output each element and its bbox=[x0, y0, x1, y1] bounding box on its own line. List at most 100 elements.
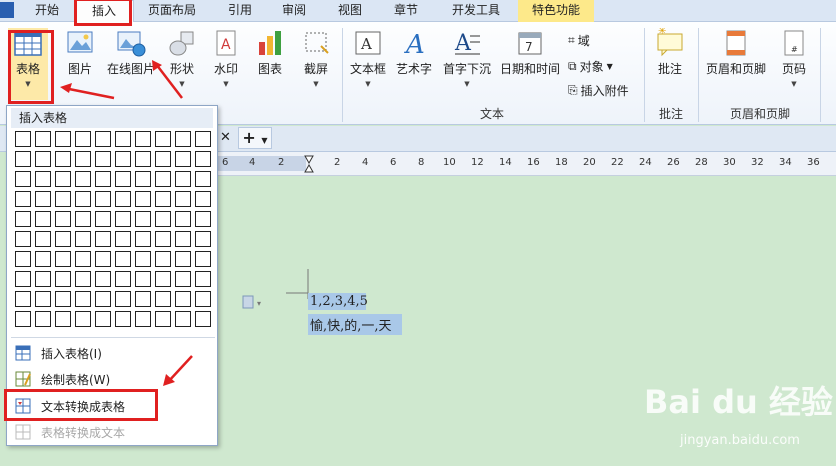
table-grid-cell[interactable] bbox=[35, 131, 51, 147]
document-canvas[interactable]: ▾ 1,2,3,4,5 愉,快,的,一,天 Bai du 经验 jingyan.… bbox=[190, 177, 836, 466]
table-grid-cell[interactable] bbox=[75, 251, 91, 267]
table-grid-cell[interactable] bbox=[175, 171, 191, 187]
tab-references[interactable]: 引用 bbox=[218, 0, 262, 22]
comment-button[interactable]: ✳ 批注 bbox=[652, 28, 688, 77]
new-tab-button[interactable]: + ▼ bbox=[238, 127, 272, 149]
table-grid-cell[interactable] bbox=[55, 291, 71, 307]
table-grid-cell[interactable] bbox=[75, 151, 91, 167]
table-grid-cell[interactable] bbox=[155, 251, 171, 267]
table-grid-cell[interactable] bbox=[55, 191, 71, 207]
table-grid-cell[interactable] bbox=[35, 291, 51, 307]
table-grid-cell[interactable] bbox=[15, 311, 31, 327]
field-button[interactable]: ⌗ 域 bbox=[568, 32, 590, 49]
table-grid-cell[interactable] bbox=[95, 291, 111, 307]
table-grid-cell[interactable] bbox=[115, 211, 131, 227]
table-grid-cell[interactable] bbox=[15, 291, 31, 307]
table-grid-cell[interactable] bbox=[75, 231, 91, 247]
table-grid-cell[interactable] bbox=[95, 251, 111, 267]
table-grid-cell[interactable] bbox=[155, 271, 171, 287]
table-grid-cell[interactable] bbox=[55, 131, 71, 147]
table-grid-cell[interactable] bbox=[175, 271, 191, 287]
tab-chapter[interactable]: 章节 bbox=[384, 0, 428, 22]
table-grid-cell[interactable] bbox=[115, 131, 131, 147]
table-grid-cell[interactable] bbox=[35, 191, 51, 207]
table-grid-cell[interactable] bbox=[135, 291, 151, 307]
table-grid-cell[interactable] bbox=[75, 191, 91, 207]
paste-options-icon[interactable]: ▾ bbox=[242, 295, 268, 309]
insert-attachment-button[interactable]: ⎘ 插入附件 bbox=[568, 82, 629, 99]
datetime-button[interactable]: 7 日期和时间 bbox=[498, 28, 562, 77]
table-grid-cell[interactable] bbox=[15, 251, 31, 267]
picture-button[interactable]: 图片 bbox=[62, 28, 98, 77]
table-grid-cell[interactable] bbox=[55, 151, 71, 167]
tab-developer[interactable]: 开发工具 bbox=[440, 0, 512, 22]
table-grid-cell[interactable] bbox=[195, 151, 211, 167]
table-grid-cell[interactable] bbox=[15, 231, 31, 247]
table-grid-cell[interactable] bbox=[195, 171, 211, 187]
table-grid-cell[interactable] bbox=[195, 191, 211, 207]
header-footer-button[interactable]: 页眉和页脚 bbox=[704, 28, 768, 77]
table-grid-cell[interactable] bbox=[15, 151, 31, 167]
table-grid-cell[interactable] bbox=[135, 251, 151, 267]
table-grid-cell[interactable] bbox=[55, 271, 71, 287]
table-grid-cell[interactable] bbox=[15, 131, 31, 147]
table-grid-cell[interactable] bbox=[155, 231, 171, 247]
tab-review[interactable]: 审阅 bbox=[272, 0, 316, 22]
table-grid-cell[interactable] bbox=[195, 311, 211, 327]
table-grid-cell[interactable] bbox=[155, 131, 171, 147]
app-menu-button[interactable] bbox=[0, 2, 14, 18]
table-grid-cell[interactable] bbox=[195, 131, 211, 147]
indent-marker-icon[interactable] bbox=[304, 155, 314, 173]
tab-home[interactable]: 开始 bbox=[24, 0, 70, 22]
screenshot-button[interactable]: 截屏 ▼ bbox=[298, 28, 334, 88]
table-grid-cell[interactable] bbox=[95, 311, 111, 327]
table-grid-cell[interactable] bbox=[175, 251, 191, 267]
table-grid-cell[interactable] bbox=[175, 151, 191, 167]
table-grid-cell[interactable] bbox=[15, 211, 31, 227]
table-grid-cell[interactable] bbox=[55, 251, 71, 267]
table-grid-cell[interactable] bbox=[95, 151, 111, 167]
table-grid-cell[interactable] bbox=[135, 131, 151, 147]
wordart-button[interactable]: A 艺术字 bbox=[394, 28, 434, 77]
table-grid-cell[interactable] bbox=[155, 171, 171, 187]
table-grid-cell[interactable] bbox=[115, 231, 131, 247]
table-grid-cell[interactable] bbox=[115, 191, 131, 207]
table-grid-cell[interactable] bbox=[175, 311, 191, 327]
table-grid-cell[interactable] bbox=[155, 151, 171, 167]
table-grid-cell[interactable] bbox=[55, 311, 71, 327]
table-grid-cell[interactable] bbox=[35, 271, 51, 287]
page-number-button[interactable]: # 页码 ▼ bbox=[776, 28, 812, 88]
tab-special-features[interactable]: 特色功能 bbox=[518, 0, 594, 22]
textbox-button[interactable]: A 文本框 ▼ bbox=[348, 28, 388, 88]
dropcap-button[interactable]: A 首字下沉 ▼ bbox=[440, 28, 494, 88]
table-grid-cell[interactable] bbox=[135, 211, 151, 227]
table-grid-cell[interactable] bbox=[115, 311, 131, 327]
table-grid-cell[interactable] bbox=[195, 231, 211, 247]
table-grid-cell[interactable] bbox=[55, 211, 71, 227]
table-grid-cell[interactable] bbox=[55, 171, 71, 187]
document-text-line[interactable]: 1,2,3,4,5 bbox=[308, 293, 368, 310]
table-grid-cell[interactable] bbox=[195, 251, 211, 267]
document-text-line[interactable]: 愉,快,的,一,天 bbox=[308, 314, 402, 335]
watermark-button[interactable]: A 水印 ▼ bbox=[208, 28, 244, 88]
table-grid-cell[interactable] bbox=[95, 231, 111, 247]
close-icon[interactable]: ✕ bbox=[220, 130, 231, 145]
table-grid-cell[interactable] bbox=[135, 311, 151, 327]
table-grid-cell[interactable] bbox=[35, 211, 51, 227]
table-grid-cell[interactable] bbox=[175, 211, 191, 227]
table-grid-cell[interactable] bbox=[115, 171, 131, 187]
table-grid-cell[interactable] bbox=[115, 251, 131, 267]
table-grid-cell[interactable] bbox=[15, 271, 31, 287]
table-grid-cell[interactable] bbox=[175, 231, 191, 247]
table-grid-cell[interactable] bbox=[175, 291, 191, 307]
table-grid-cell[interactable] bbox=[155, 291, 171, 307]
table-grid-cell[interactable] bbox=[55, 231, 71, 247]
table-grid-cell[interactable] bbox=[35, 311, 51, 327]
table-grid-cell[interactable] bbox=[95, 271, 111, 287]
table-grid-cell[interactable] bbox=[95, 131, 111, 147]
tab-view[interactable]: 视图 bbox=[328, 0, 372, 22]
table-grid-cell[interactable] bbox=[135, 171, 151, 187]
table-grid-cell[interactable] bbox=[35, 171, 51, 187]
table-grid-cell[interactable] bbox=[75, 271, 91, 287]
table-grid-cell[interactable] bbox=[95, 211, 111, 227]
